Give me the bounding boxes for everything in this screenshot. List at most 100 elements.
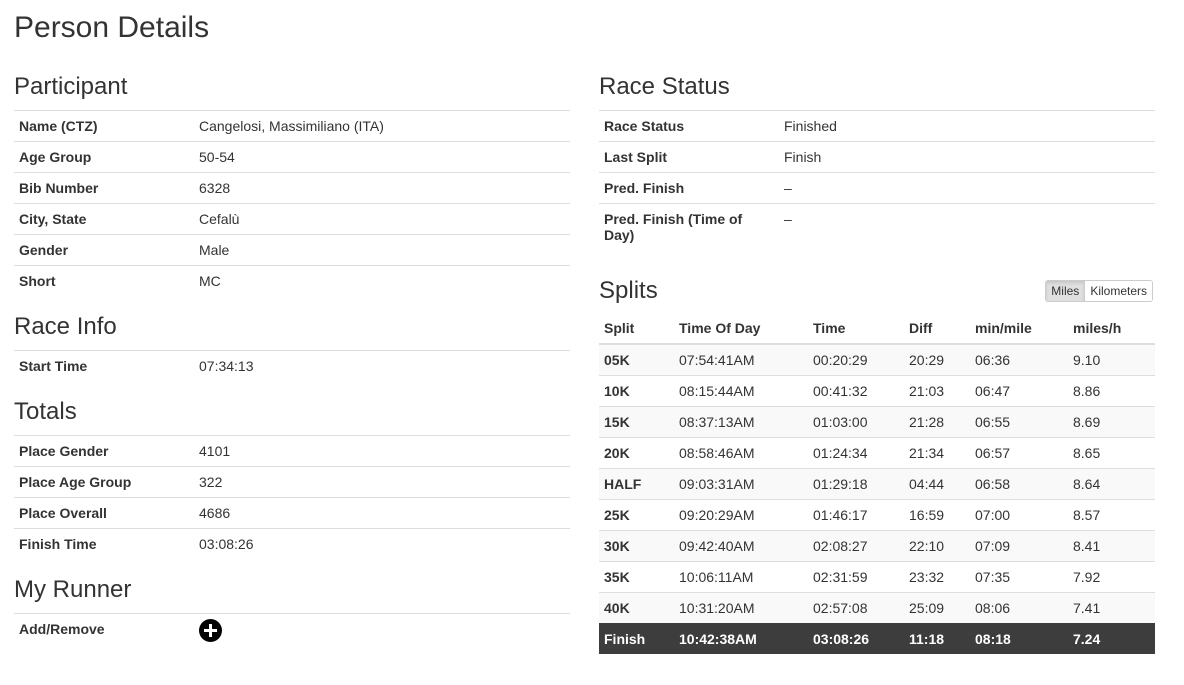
- splits-row-25k: 25K 09:20:29AM 01:46:17 16:59 07:00 8.57: [599, 499, 1155, 531]
- splits-cell-split: 35K: [599, 561, 674, 593]
- splits-cell-miles-h: 7.92: [1068, 561, 1155, 593]
- miles-button[interactable]: Miles: [1046, 281, 1086, 301]
- race-status-label: Pred. Finish: [599, 172, 779, 204]
- splits-cell-min-mile: 06:55: [970, 406, 1068, 438]
- splits-cell-time-of-day: 07:54:41AM: [674, 343, 808, 376]
- totals-label: Place Gender: [14, 435, 194, 467]
- participant-label: Bib Number: [14, 172, 194, 204]
- splits-cell-min-mile: 07:09: [970, 530, 1068, 562]
- participant-value: Cefalù: [194, 203, 570, 235]
- participant-value: 50-54: [194, 141, 570, 173]
- race-status-table: Race Status Finished Last Split Finish Pred.…: [599, 110, 1155, 250]
- splits-cell-miles-h: 8.65: [1068, 437, 1155, 469]
- splits-cell-split: HALF: [599, 468, 674, 500]
- race-status-row-pred-finish-time-of-day: Pred. Finish (Time of Day) –: [599, 204, 1155, 251]
- race-status-label: Race Status: [599, 110, 779, 142]
- splits-cell-miles-h: 7.41: [1068, 592, 1155, 624]
- splits-cell-time: 02:57:08: [808, 592, 904, 624]
- participant-label: Gender: [14, 234, 194, 266]
- splits-cell-time: 00:20:29: [808, 343, 904, 376]
- race-status-label: Last Split: [599, 141, 779, 173]
- splits-header-time-of-day: Time Of Day: [674, 314, 808, 345]
- participant-label: City, State: [14, 203, 194, 235]
- splits-cell-diff: 04:44: [904, 468, 970, 500]
- splits-cell-time: 02:31:59: [808, 561, 904, 593]
- race-info-value: 07:34:13: [199, 358, 254, 374]
- plus-circle-icon[interactable]: [199, 619, 222, 642]
- my-runner-heading: My Runner: [14, 576, 132, 603]
- splits-row-30k: 30K 09:42:40AM 02:08:27 22:10 07:09 8.41: [599, 530, 1155, 562]
- splits-cell-time-of-day: 10:42:38AM: [674, 623, 808, 654]
- splits-cell-time: 02:08:27: [808, 530, 904, 562]
- splits-cell-min-mile: 08:18: [970, 623, 1068, 654]
- splits-cell-diff: 21:28: [904, 406, 970, 438]
- splits-cell-min-mile: 07:35: [970, 561, 1068, 593]
- splits-header-split: Split: [599, 314, 674, 345]
- splits-cell-time: 00:41:32: [808, 375, 904, 407]
- splits-cell-split: 40K: [599, 592, 674, 624]
- totals-row-place-gender: Place Gender 4101: [14, 435, 570, 467]
- splits-cell-diff: 21:03: [904, 375, 970, 407]
- participant-value: 6328: [194, 172, 570, 204]
- splits-cell-min-mile: 06:47: [970, 375, 1068, 407]
- splits-cell-time-of-day: 10:31:20AM: [674, 592, 808, 624]
- totals-row-place-age-group: Place Age Group 322: [14, 466, 570, 498]
- unit-toggle: Miles Kilometers: [1045, 280, 1153, 302]
- race-status-value: Finish: [779, 141, 1155, 173]
- splits-cell-diff: 20:29: [904, 343, 970, 376]
- race-status-value: –: [779, 172, 1155, 204]
- splits-cell-time: 01:24:34: [808, 437, 904, 469]
- splits-cell-miles-h: 9.10: [1068, 343, 1155, 376]
- participant-heading: Participant: [14, 73, 128, 100]
- splits-cell-time-of-day: 09:20:29AM: [674, 499, 808, 531]
- kilometers-button[interactable]: Kilometers: [1085, 281, 1152, 301]
- totals-value: 03:08:26: [199, 536, 254, 552]
- splits-cell-time: 03:08:26: [808, 623, 904, 654]
- splits-row-35k: 35K 10:06:11AM 02:31:59 23:32 07:35 7.92: [599, 561, 1155, 593]
- my-runner-row: Add/Remove: [14, 614, 570, 650]
- splits-row-05k: 05K 07:54:41AM 00:20:29 20:29 06:36 9.10: [599, 343, 1155, 376]
- race-status-heading: Race Status: [599, 73, 730, 100]
- totals-value: 4686: [194, 497, 570, 529]
- totals-table: Place Gender 4101 Place Age Group 322 Place …: [14, 435, 570, 559]
- splits-cell-diff: 25:09: [904, 592, 970, 624]
- participant-label: Name (CTZ): [14, 110, 194, 142]
- splits-header-min-mile: min/mile: [970, 314, 1068, 345]
- splits-cell-diff: 16:59: [904, 499, 970, 531]
- splits-cell-min-mile: 07:00: [970, 499, 1068, 531]
- splits-row-10k: 10K 08:15:44AM 00:41:32 21:03 06:47 8.86: [599, 375, 1155, 407]
- participant-row-gender: Gender Male: [14, 234, 570, 266]
- race-status-row-race-status: Race Status Finished: [599, 110, 1155, 142]
- participant-row-bib-number: Bib Number 6328: [14, 172, 570, 204]
- participant-table: Name (CTZ) Cangelosi, Massimiliano (ITA) A…: [14, 110, 570, 296]
- left-column: Participant Name (CTZ) Cangelosi, Massimi…: [14, 70, 570, 649]
- totals-label: Finish Time: [19, 536, 97, 552]
- participant-value: Cangelosi, Massimiliano (ITA): [194, 110, 570, 142]
- splits-cell-min-mile: 06:57: [970, 437, 1068, 469]
- race-info-heading: Race Info: [14, 313, 117, 340]
- participant-value: Male: [194, 234, 570, 266]
- add-remove-label: Add/Remove: [19, 621, 105, 637]
- splits-cell-split: 25K: [599, 499, 674, 531]
- race-status-value: Finished: [779, 110, 1155, 142]
- splits-cell-time-of-day: 09:03:31AM: [674, 468, 808, 500]
- splits-cell-miles-h: 8.64: [1068, 468, 1155, 500]
- participant-row-city-state: City, State Cefalù: [14, 203, 570, 235]
- splits-cell-miles-h: 8.86: [1068, 375, 1155, 407]
- splits-cell-time-of-day: 10:06:11AM: [674, 561, 808, 593]
- race-status-value: –: [784, 211, 792, 227]
- splits-cell-split: Finish: [599, 623, 674, 654]
- splits-cell-time: 01:29:18: [808, 468, 904, 500]
- splits-header-row: Split Time Of Day Time Diff min/mile miles/h: [599, 314, 1155, 345]
- splits-cell-miles-h: 8.57: [1068, 499, 1155, 531]
- splits-cell-time-of-day: 08:58:46AM: [674, 437, 808, 469]
- totals-row-place-overall: Place Overall 4686: [14, 497, 570, 529]
- splits-cell-time-of-day: 08:15:44AM: [674, 375, 808, 407]
- my-runner-table: Add/Remove: [14, 613, 570, 649]
- splits-row-40k: 40K 10:31:20AM 02:57:08 25:09 08:06 7.41: [599, 592, 1155, 624]
- totals-heading: Totals: [14, 398, 77, 425]
- race-info-label: Start Time: [19, 358, 88, 374]
- splits-cell-split: 05K: [599, 343, 674, 376]
- right-column: Race Status Race Status Finished Last Spli…: [599, 70, 1155, 654]
- splits-cell-miles-h: 7.24: [1068, 623, 1155, 654]
